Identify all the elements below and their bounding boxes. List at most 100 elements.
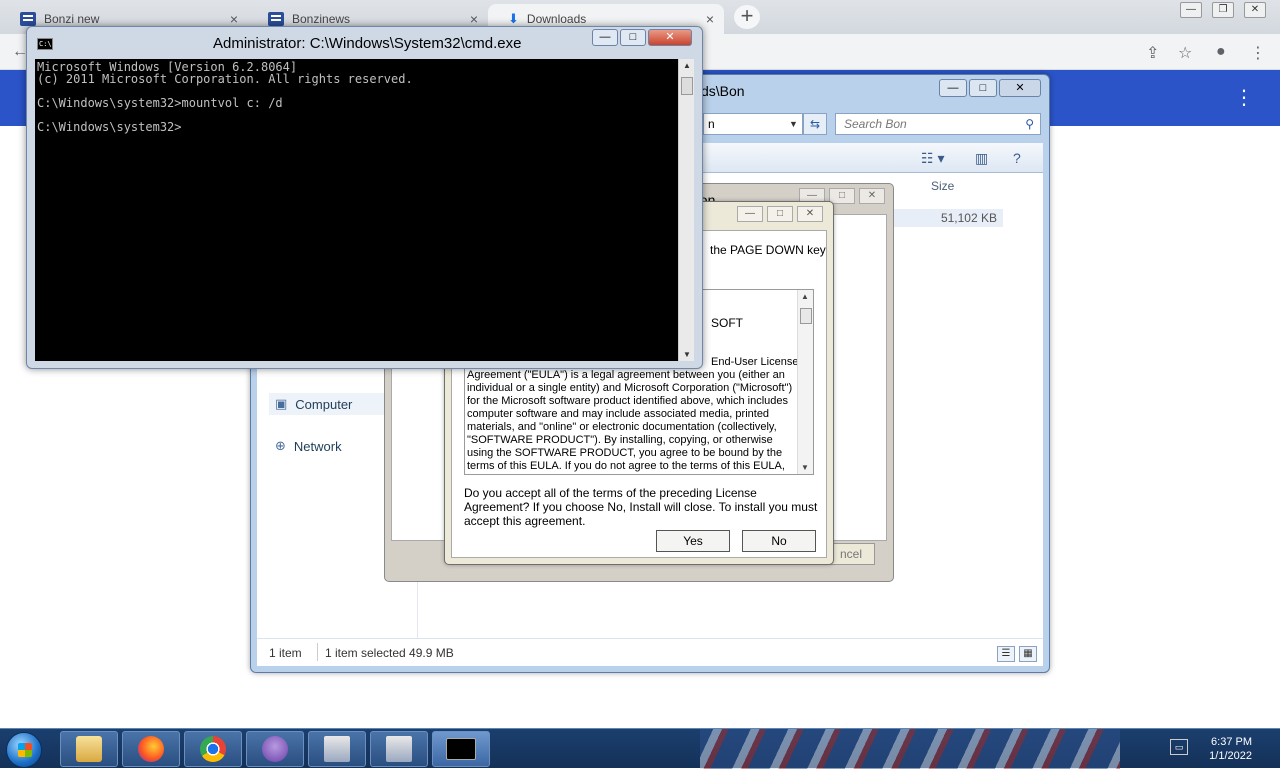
- eula-window-controls: — □ ✕: [737, 206, 823, 222]
- bonzibuddy-icon: [262, 736, 288, 762]
- taskbar: ▭ 6:37 PM 1/1/2022: [0, 728, 1280, 769]
- explorer-window-controls: — □ ✕: [939, 79, 1041, 97]
- close-button[interactable]: ✕: [999, 79, 1041, 97]
- address-bar[interactable]: n: [703, 113, 803, 135]
- address-dropdown-icon[interactable]: ▼: [789, 119, 798, 129]
- profile-icon[interactable]: ●: [1216, 43, 1226, 61]
- scroll-up-icon[interactable]: ▲: [683, 61, 691, 70]
- status-divider: [317, 643, 318, 661]
- eula-text: Agreement ("EULA") is a legal agreement …: [467, 369, 793, 474]
- network-icon: ⊕: [275, 438, 286, 453]
- preview-pane-icon[interactable]: ▥: [975, 150, 988, 167]
- tab-close-icon[interactable]: ×: [230, 11, 238, 27]
- cmd-console[interactable]: Microsoft Windows [Version 6.2.8064] (c) …: [35, 59, 678, 361]
- taskbar-clock[interactable]: 6:37 PM 1/1/2022: [1209, 735, 1252, 763]
- scroll-up-icon[interactable]: ▲: [801, 292, 809, 301]
- start-button[interactable]: [6, 732, 42, 768]
- taskbar-cmd[interactable]: [432, 731, 490, 767]
- taskbar-firefox[interactable]: [122, 731, 180, 767]
- eula-scrollbar[interactable]: ▲ ▼: [797, 290, 813, 474]
- taskbar-bonzibuddy[interactable]: [246, 731, 304, 767]
- maximize-button[interactable]: □: [620, 29, 646, 46]
- minimize-button[interactable]: —: [592, 29, 618, 46]
- taskbar-chrome[interactable]: [184, 731, 242, 767]
- eula-text-fragment: End-User License: [711, 356, 799, 368]
- installer-icon: [324, 736, 350, 762]
- nav-item-network[interactable]: ⊕ Network: [269, 435, 389, 457]
- cmd-icon: C:\: [37, 38, 53, 50]
- column-header-size[interactable]: Size: [931, 179, 954, 193]
- eula-heading-fragment: SOFT: [711, 316, 743, 330]
- page-menu-icon[interactable]: ⋮: [1234, 88, 1254, 108]
- tab-close-icon[interactable]: ×: [470, 11, 478, 27]
- console-line: (c) 2011 Microsoft Corporation. All righ…: [37, 72, 413, 86]
- chrome-icon: [200, 736, 226, 762]
- cmd-scrollbar[interactable]: ▲ ▼: [678, 59, 694, 361]
- yes-button[interactable]: Yes: [656, 530, 730, 552]
- browser-window-controls: — ❐ ✕: [1180, 2, 1266, 18]
- tab-close-icon[interactable]: ×: [706, 11, 714, 27]
- cmd-icon: [446, 738, 476, 760]
- download-icon: ⬇: [508, 11, 519, 26]
- search-placeholder: Search Bon: [844, 117, 907, 131]
- tab-title: Downloads: [526, 12, 587, 26]
- refresh-button[interactable]: ⇆: [803, 113, 827, 135]
- maximize-button[interactable]: □: [969, 79, 997, 97]
- file-size-cell[interactable]: 51,102 KB: [887, 209, 1003, 227]
- help-icon[interactable]: ?: [1013, 150, 1021, 166]
- wallpaper-fragment: [700, 729, 1120, 769]
- folder-icon: [76, 736, 102, 762]
- menu-icon[interactable]: ⋮: [1250, 43, 1266, 63]
- taskbar-installer-1[interactable]: [308, 731, 366, 767]
- network-tray-icon[interactable]: ▭: [1170, 739, 1188, 755]
- installer-icon: [386, 736, 412, 762]
- site-favicon-icon: [268, 12, 284, 26]
- explorer-title: ds\Bon: [701, 83, 745, 99]
- bookmark-star-icon[interactable]: ☆: [1178, 43, 1192, 63]
- no-button[interactable]: No: [742, 530, 816, 552]
- tab-title: Bonzi new: [44, 12, 100, 26]
- close-button[interactable]: ✕: [859, 188, 885, 204]
- explorer-status-bar: 1 item 1 item selected 49.9 MB ☰ ▦: [257, 638, 1043, 666]
- minimize-button[interactable]: —: [939, 79, 967, 97]
- cmd-window-controls: — □ ✕: [592, 29, 692, 46]
- tab-title: Bonzinews: [292, 12, 351, 26]
- eula-instruction: the PAGE DOWN key: [710, 243, 826, 257]
- eula-question: Do you accept all of the terms of the pr…: [464, 486, 818, 528]
- clock-time: 6:37 PM: [1211, 736, 1252, 748]
- minimize-button[interactable]: —: [1180, 2, 1202, 18]
- close-button[interactable]: ✕: [648, 29, 692, 46]
- taskbar-explorer[interactable]: [60, 731, 118, 767]
- search-icon: ⚲: [1025, 117, 1034, 131]
- computer-icon: ▣: [275, 396, 288, 411]
- details-view-icon[interactable]: ☰: [997, 646, 1015, 662]
- new-tab-button[interactable]: +: [734, 5, 760, 29]
- scroll-down-icon[interactable]: ▼: [801, 463, 809, 472]
- scroll-thumb[interactable]: [681, 77, 693, 95]
- status-selection: 1 item selected 49.9 MB: [325, 646, 454, 660]
- large-icons-view-icon[interactable]: ▦: [1019, 646, 1037, 662]
- console-line: C:\Windows\system32>mountvol c: /d: [37, 96, 283, 110]
- site-favicon-icon: [20, 12, 36, 26]
- view-options-icon[interactable]: ☷ ▾: [921, 150, 944, 167]
- maximize-button[interactable]: □: [829, 188, 855, 204]
- maximize-button[interactable]: ❐: [1212, 2, 1234, 18]
- minimize-button[interactable]: —: [737, 206, 763, 222]
- firefox-icon: [138, 736, 164, 762]
- close-button[interactable]: ✕: [797, 206, 823, 222]
- status-item-count: 1 item: [269, 646, 302, 660]
- maximize-button[interactable]: □: [767, 206, 793, 222]
- cmd-title: Administrator: C:\Windows\System32\cmd.e…: [213, 35, 522, 52]
- scroll-thumb[interactable]: [800, 308, 812, 324]
- share-icon[interactable]: ⇪: [1146, 43, 1159, 63]
- cmd-window: C:\ Administrator: C:\Windows\System32\c…: [26, 26, 703, 369]
- nav-item-label: Computer: [295, 396, 353, 412]
- taskbar-installer-2[interactable]: [370, 731, 428, 767]
- scroll-down-icon[interactable]: ▼: [683, 350, 691, 359]
- search-input[interactable]: Search Bon ⚲: [835, 113, 1041, 135]
- close-button[interactable]: ✕: [1244, 2, 1266, 18]
- nav-item-computer[interactable]: ▣ Computer: [269, 393, 389, 415]
- nav-item-label: Network: [293, 438, 342, 454]
- clock-date: 1/1/2022: [1209, 750, 1252, 762]
- console-prompt: C:\Windows\system32>: [37, 120, 182, 134]
